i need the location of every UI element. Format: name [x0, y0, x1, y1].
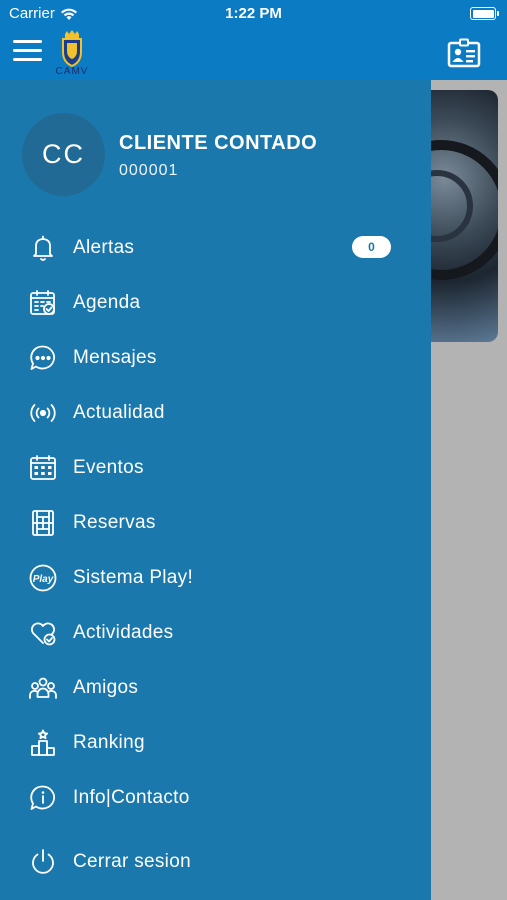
menu-item-label: Actualidad — [73, 401, 165, 423]
menu-item-label: Ranking — [73, 731, 145, 753]
menu-item-label: Cerrar sesion — [73, 850, 191, 872]
user-name: CLIENTE CONTADO — [119, 132, 318, 154]
id-card-icon — [447, 38, 481, 68]
court-icon — [28, 508, 58, 538]
logo-text: CAMV — [55, 66, 89, 77]
menu-item-label: Mensajes — [73, 346, 157, 368]
heart-check-icon — [28, 618, 58, 648]
menu-item-actualidad[interactable]: Actualidad — [0, 385, 431, 440]
menu-item-label: Agenda — [73, 291, 141, 313]
menu-item-alertas[interactable]: Alertas 0 — [0, 220, 431, 275]
side-drawer: CC CLIENTE CONTADO 000001 Alertas 0 Agen… — [0, 80, 431, 900]
member-card-button[interactable] — [447, 38, 481, 68]
menu-item-mensajes[interactable]: Mensajes — [0, 330, 431, 385]
battery-icon — [470, 7, 499, 20]
status-bar: Carrier 1:22 PM — [0, 0, 507, 28]
chat-bubble-icon — [28, 343, 58, 373]
menu-item-label: Eventos — [73, 456, 144, 478]
podium-icon — [28, 728, 58, 758]
menu-item-sistema-play[interactable]: Play Sistema Play! — [0, 550, 431, 605]
menu-item-agenda[interactable]: Agenda — [0, 275, 431, 330]
menu-item-cerrar-sesion[interactable]: Cerrar sesion — [0, 834, 431, 889]
info-icon — [28, 783, 58, 813]
user-id: 000001 — [119, 162, 179, 179]
menu-item-label: Info|Contacto — [73, 786, 190, 808]
status-time: 1:22 PM — [225, 5, 282, 22]
avatar: CC — [22, 113, 105, 196]
club-logo: CAMV — [50, 30, 94, 78]
menu-item-actividades[interactable]: Actividades — [0, 605, 431, 660]
hamburger-menu-icon[interactable] — [13, 40, 42, 62]
avatar-initials: CC — [42, 139, 85, 169]
menu-item-amigos[interactable]: Amigos — [0, 660, 431, 715]
menu-item-label: Amigos — [73, 676, 139, 698]
menu-item-label: Reservas — [73, 511, 156, 533]
broadcast-icon — [28, 398, 58, 428]
crest-icon — [62, 30, 82, 68]
play-logo-icon: Play — [28, 563, 58, 593]
group-icon — [28, 673, 58, 703]
menu-item-label: Sistema Play! — [73, 566, 194, 588]
background-banner-image — [431, 90, 498, 342]
menu-item-ranking[interactable]: Ranking — [0, 715, 431, 770]
alert-count-badge: 0 — [352, 236, 391, 258]
svg-text:Play: Play — [33, 574, 54, 585]
power-icon — [28, 847, 58, 877]
background-content[interactable] — [431, 80, 507, 900]
calendar-check-icon — [28, 288, 58, 318]
bell-icon — [28, 233, 58, 263]
menu-item-reservas[interactable]: Reservas — [0, 495, 431, 550]
menu-item-eventos[interactable]: Eventos — [0, 440, 431, 495]
menu-item-label: Alertas — [73, 236, 135, 258]
app-bar: CAMV — [0, 28, 507, 80]
menu-item-label: Actividades — [73, 621, 174, 643]
calendar-grid-icon — [28, 453, 58, 483]
menu-item-info-contacto[interactable]: Info|Contacto — [0, 770, 431, 825]
